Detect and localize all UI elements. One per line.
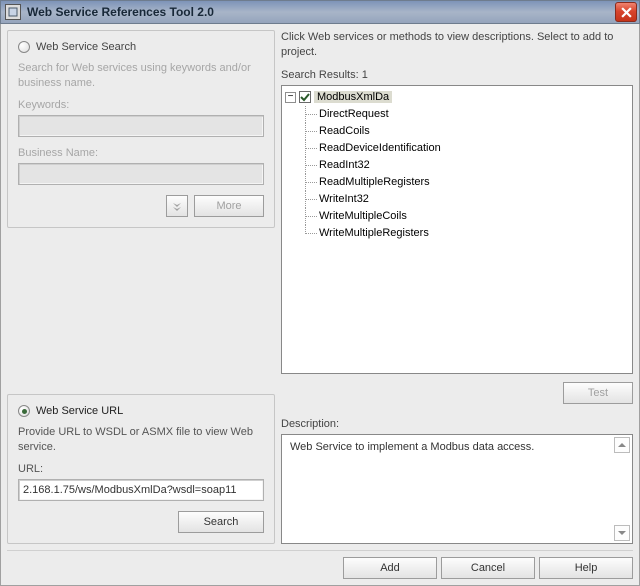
business-name-input bbox=[18, 163, 264, 185]
web-service-url-radio[interactable] bbox=[18, 405, 30, 417]
more-chevron-button bbox=[166, 195, 188, 217]
tree-connector bbox=[301, 106, 319, 123]
web-service-search-title: Web Service Search bbox=[36, 41, 136, 53]
keywords-label: Keywords: bbox=[18, 99, 264, 111]
root-checkbox[interactable] bbox=[299, 91, 311, 103]
tree-leaf[interactable]: ReadInt32 bbox=[301, 157, 629, 174]
search-results-label: Search Results: 1 bbox=[281, 69, 633, 81]
tree-connector bbox=[301, 208, 319, 225]
chevron-down-icon bbox=[618, 529, 626, 537]
help-button[interactable]: Help bbox=[539, 557, 633, 579]
url-input[interactable] bbox=[18, 479, 264, 501]
test-button: Test bbox=[563, 382, 633, 404]
tree-connector bbox=[301, 191, 319, 208]
check-icon bbox=[300, 92, 310, 102]
web-service-url-group: Web Service URL Provide URL to WSDL or A… bbox=[7, 394, 275, 544]
keywords-input bbox=[18, 115, 264, 137]
window-icon bbox=[5, 4, 21, 20]
test-button-label: Test bbox=[588, 387, 608, 399]
add-button[interactable]: Add bbox=[343, 557, 437, 579]
tree-leaf[interactable]: ReadDeviceIdentification bbox=[301, 140, 629, 157]
tree-leaf-label: ReadCoils bbox=[319, 125, 370, 137]
tree-leaf[interactable]: DirectRequest bbox=[301, 106, 629, 123]
add-button-label: Add bbox=[380, 562, 400, 574]
tree-connector bbox=[301, 225, 319, 242]
tree-leaf[interactable]: WriteMultipleCoils bbox=[301, 208, 629, 225]
web-service-search-group: Web Service Search Search for Web servic… bbox=[7, 30, 275, 228]
search-hint: Search for Web services using keywords a… bbox=[18, 61, 264, 91]
description-label: Description: bbox=[281, 418, 633, 430]
tree-leaf-label: ReadDeviceIdentification bbox=[319, 142, 441, 154]
tree-root-node[interactable]: − ModbusXmlDa bbox=[285, 89, 629, 106]
tree-leaf-label: WriteMultipleCoils bbox=[319, 210, 407, 222]
description-scroll-up[interactable] bbox=[614, 437, 630, 453]
window-title: Web Service References Tool 2.0 bbox=[27, 5, 214, 19]
tree-connector bbox=[301, 140, 319, 157]
expander-icon[interactable]: − bbox=[285, 92, 296, 103]
description-box: Web Service to implement a Modbus data a… bbox=[281, 434, 633, 544]
help-button-label: Help bbox=[575, 562, 598, 574]
tree-leaf-label: ReadMultipleRegisters bbox=[319, 176, 430, 188]
tree-connector bbox=[301, 174, 319, 191]
tree-leaf-label: DirectRequest bbox=[319, 108, 389, 120]
cancel-button-label: Cancel bbox=[471, 562, 505, 574]
tree-leaf[interactable]: ReadCoils bbox=[301, 123, 629, 140]
url-label: URL: bbox=[18, 463, 264, 475]
close-button[interactable] bbox=[615, 2, 637, 22]
tree-leaf[interactable]: ReadMultipleRegisters bbox=[301, 174, 629, 191]
description-scroll-down[interactable] bbox=[614, 525, 630, 541]
results-tree[interactable]: − ModbusXmlDa DirectRequest ReadCoils Read… bbox=[281, 85, 633, 374]
web-service-search-radio[interactable] bbox=[18, 41, 30, 53]
chevron-up-icon bbox=[618, 441, 626, 449]
tree-connector bbox=[301, 157, 319, 174]
more-button: More bbox=[194, 195, 264, 217]
tree-leaf[interactable]: WriteInt32 bbox=[301, 191, 629, 208]
tree-leaf-label: ReadInt32 bbox=[319, 159, 370, 171]
footer: Add Cancel Help bbox=[7, 550, 633, 579]
instruction-text: Click Web services or methods to view de… bbox=[281, 30, 633, 61]
titlebar[interactable]: Web Service References Tool 2.0 bbox=[0, 0, 640, 24]
tree-connector bbox=[301, 123, 319, 140]
url-hint: Provide URL to WSDL or ASMX file to view… bbox=[18, 425, 264, 455]
root-label: ModbusXmlDa bbox=[314, 91, 392, 103]
business-name-label: Business Name: bbox=[18, 147, 264, 159]
web-service-url-title: Web Service URL bbox=[36, 405, 123, 417]
more-button-label: More bbox=[216, 200, 241, 212]
tree-leaf-label: WriteMultipleRegisters bbox=[319, 227, 429, 239]
search-button-label: Search bbox=[204, 516, 239, 528]
tree-leaf[interactable]: WriteMultipleRegisters bbox=[301, 225, 629, 242]
chevron-down-icon bbox=[171, 200, 183, 212]
cancel-button[interactable]: Cancel bbox=[441, 557, 535, 579]
description-text: Web Service to implement a Modbus data a… bbox=[290, 441, 624, 453]
tree-leaf-label: WriteInt32 bbox=[319, 193, 369, 205]
search-button[interactable]: Search bbox=[178, 511, 264, 533]
